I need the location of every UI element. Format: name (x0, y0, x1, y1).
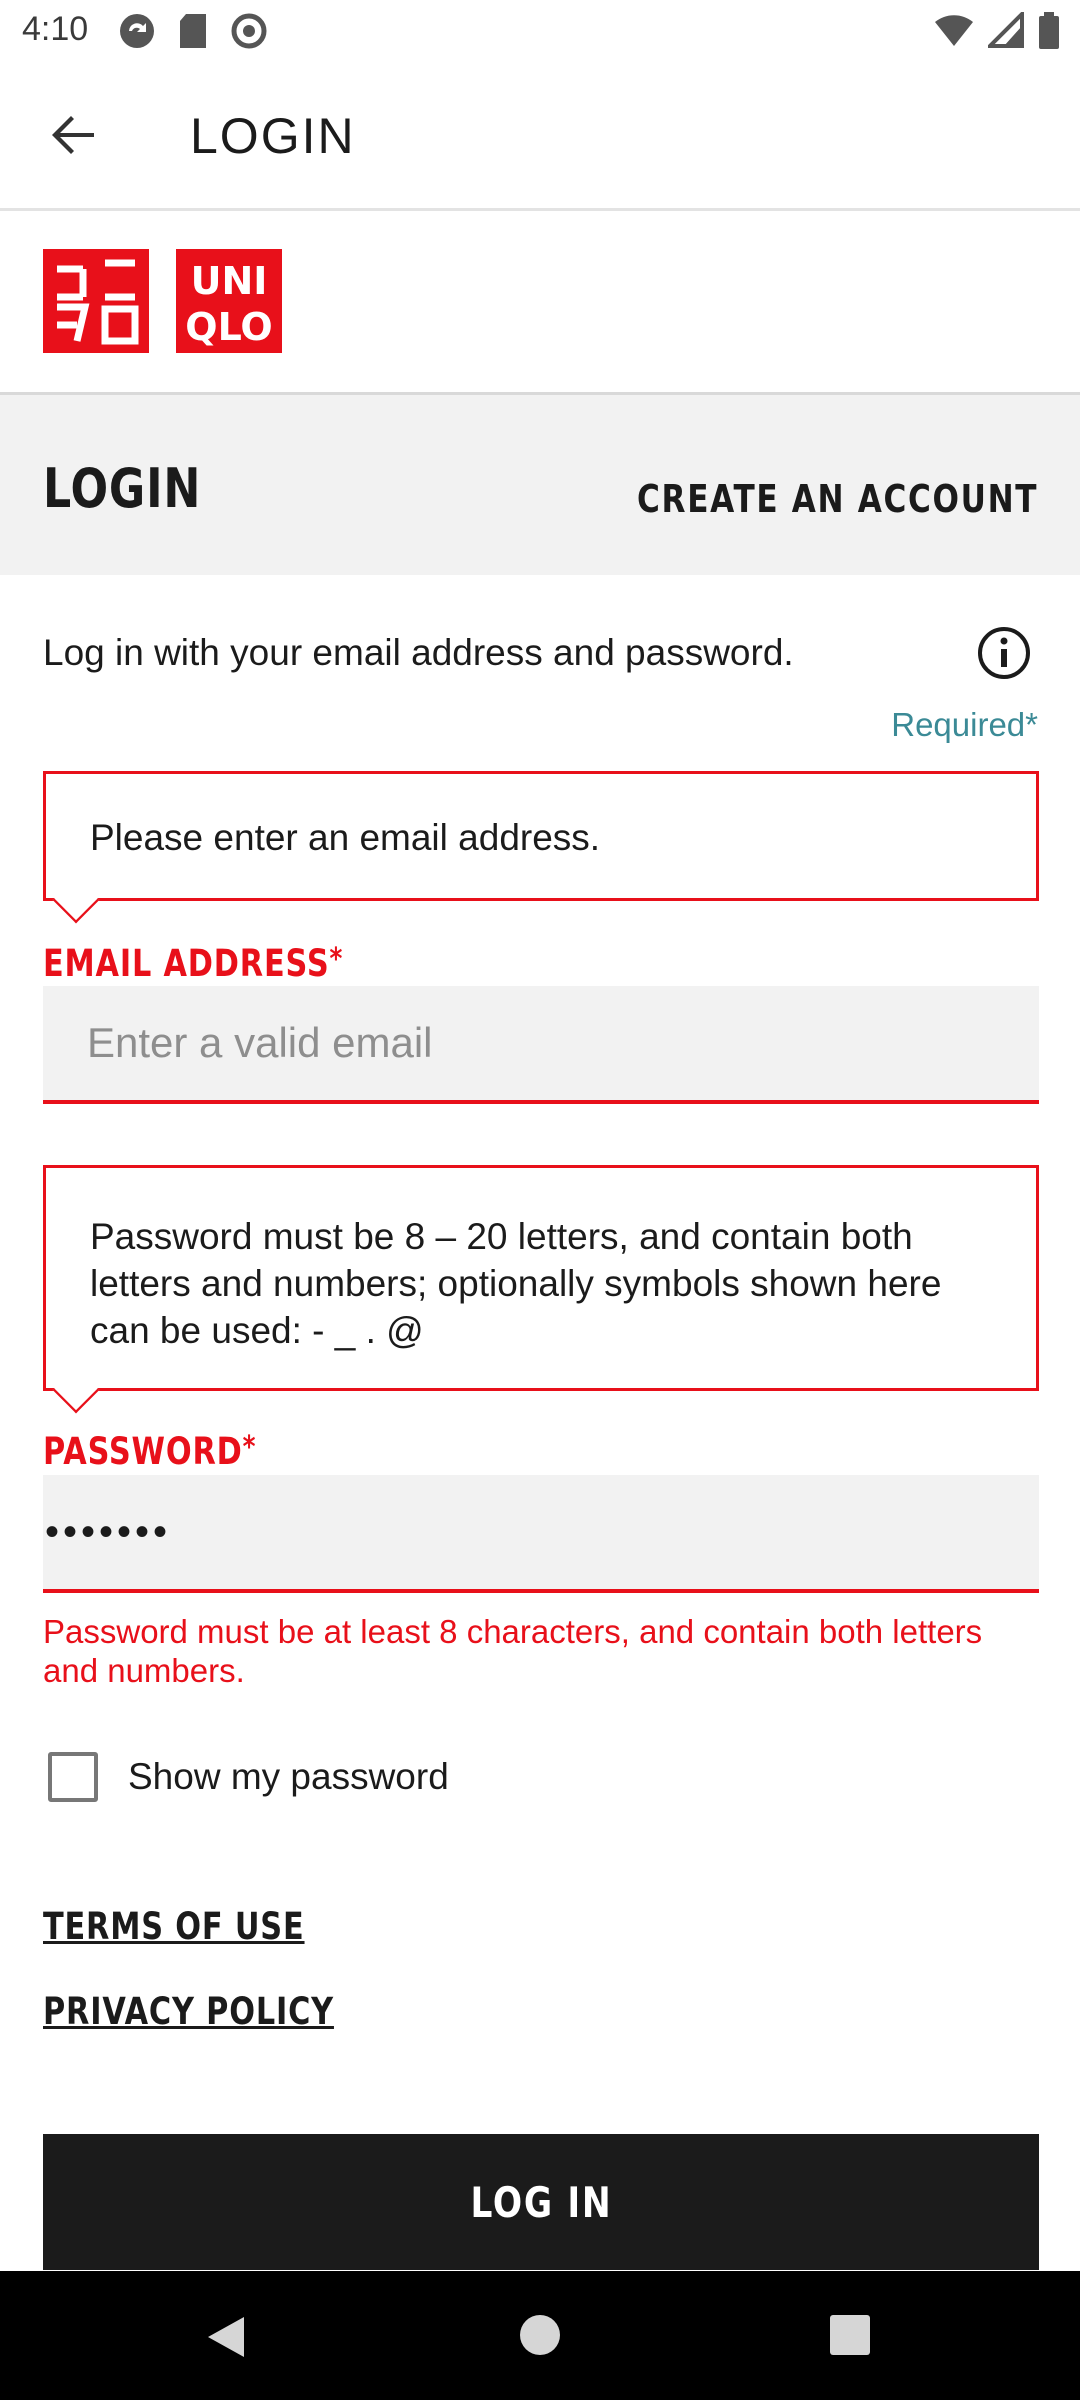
logo-katakana-block (43, 249, 149, 353)
status-notification-icons (118, 12, 268, 50)
email-error-tooltip: Please enter an email address. (43, 771, 1039, 924)
tab-login[interactable]: LOGIN (43, 457, 201, 520)
back-button[interactable] (38, 99, 110, 171)
block-icon (231, 13, 267, 49)
password-label: PASSWORD* (43, 1430, 256, 1473)
tab-create-account[interactable]: CREATE AN ACCOUNT (637, 477, 1038, 521)
nav-recents-icon[interactable] (830, 2315, 870, 2355)
privacy-policy-link[interactable]: PRIVACY POLICY (43, 1990, 334, 2033)
terms-of-use-link[interactable]: TERMS OF USE (43, 1905, 305, 1948)
email-required-asterisk: * (329, 942, 344, 977)
status-time: 4:10 (22, 10, 89, 48)
show-password-label[interactable]: Show my password (128, 1756, 449, 1798)
logo-line-1: UNI (191, 259, 268, 303)
password-required-asterisk: * (242, 1430, 257, 1465)
app-bar: LOGIN (0, 63, 1080, 211)
email-label: EMAIL ADDRESS* (43, 942, 343, 985)
nav-home-icon[interactable] (520, 2315, 560, 2355)
required-label: Required (891, 706, 1026, 743)
login-intro-text: Log in with your email address and passw… (43, 632, 794, 673)
arrow-back-icon (52, 116, 94, 154)
system-navigation-bar (0, 2271, 1080, 2400)
password-label-text: PASSWORD (43, 1430, 243, 1473)
password-input[interactable] (43, 1475, 1039, 1593)
nav-back-icon[interactable] (204, 2315, 248, 2359)
info-icon[interactable] (976, 625, 1032, 681)
show-password-row[interactable]: Show my password (48, 1752, 449, 1802)
password-error-message: Password must be at least 8 characters, … (43, 1613, 983, 1689)
battery-icon (1039, 12, 1059, 49)
email-tooltip-text: Please enter an email address. (90, 817, 601, 858)
signal-icon (988, 12, 1024, 48)
email-label-text: EMAIL ADDRESS (43, 942, 330, 985)
login-button[interactable]: LOG IN (43, 2134, 1039, 2270)
login-button-label: LOG IN (470, 2177, 612, 2227)
required-note: Required* (891, 706, 1038, 744)
password-tooltip-text: Password must be 8 – 20 letters, and con… (90, 1216, 942, 1351)
uniqlo-logo: UNI QLO (43, 249, 282, 353)
status-bar: 4:10 (0, 0, 1080, 63)
email-input[interactable] (43, 986, 1039, 1104)
tooltip-tail (52, 876, 100, 924)
sd-card-icon (180, 14, 206, 48)
logo-line-2: QLO (185, 305, 272, 349)
password-rules-tooltip: Password must be 8 – 20 letters, and con… (43, 1165, 1039, 1414)
wifi-icon (935, 15, 973, 47)
sync-icon (120, 14, 154, 48)
show-password-checkbox[interactable] (48, 1752, 98, 1802)
auth-tabs: LOGIN CREATE AN ACCOUNT (0, 395, 1080, 575)
logo-latin-block: UNI QLO (176, 249, 282, 353)
page-title: LOGIN (190, 108, 356, 164)
required-asterisk: * (1025, 706, 1038, 743)
status-system-icons (934, 12, 1060, 50)
tooltip-tail (52, 1366, 100, 1414)
